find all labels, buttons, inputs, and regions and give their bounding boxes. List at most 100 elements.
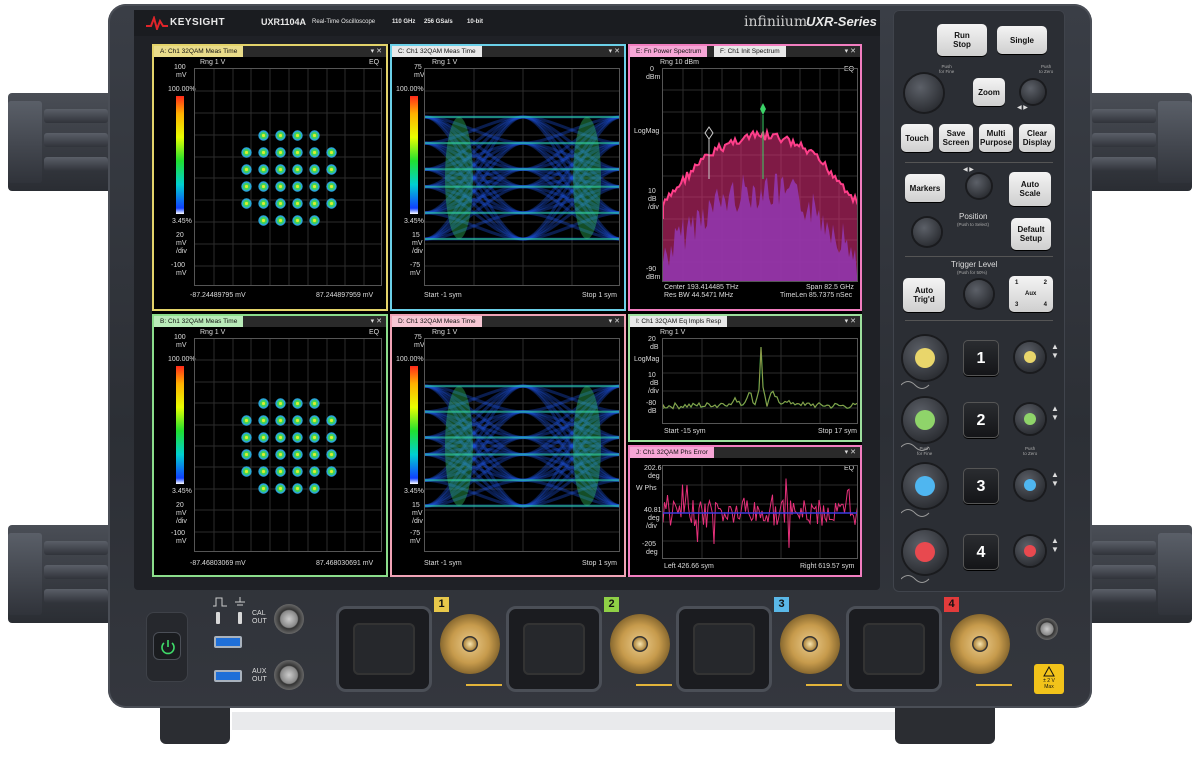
trigger-hint: (Push for 50%)	[957, 270, 988, 275]
tab-e[interactable]: E: Fn Power Spectrum	[630, 46, 708, 57]
vertical-scale-knob[interactable]	[903, 336, 947, 380]
panel-j[interactable]: J: Ch1 32QAM Phs Error ▾ ✕ EQ 202.6 deg …	[628, 445, 862, 577]
channel-badge: 1	[434, 597, 449, 612]
vertical-scale-knob[interactable]	[903, 530, 947, 574]
right-bottom-handle	[1088, 525, 1192, 623]
push-zero-hint: Push to Zero	[1039, 64, 1054, 74]
panel-d[interactable]: D: Ch1 32QAM Meas Time ▾ ✕ Rng 1 V 75 mV…	[390, 314, 626, 577]
window-controls[interactable]: ▾ ✕	[845, 316, 856, 327]
panel-i[interactable]: I: Ch1 32QAM Eq Impls Resp ▾ ✕ Rng 1 V 2…	[628, 314, 862, 442]
impulse-response-plot[interactable]	[662, 338, 858, 424]
panel-a[interactable]: A: Ch1 32QAM Meas Time ▾ ✕ Rng 1 V EQ 10…	[152, 44, 388, 311]
x-left-label: -87.24489795 mV	[190, 292, 246, 299]
clear-display-button[interactable]: Clear Display	[1019, 124, 1055, 152]
tab-i[interactable]: I: Ch1 32QAM Eq Impls Resp	[630, 316, 728, 327]
color-scale-top: 100.00%	[168, 86, 196, 93]
eye-diagram-plot[interactable]	[424, 338, 620, 552]
probe-interface-port[interactable]	[846, 606, 942, 692]
range-label: Rng 10 dBm	[660, 59, 699, 66]
left-top-handle	[8, 93, 112, 191]
panel-e[interactable]: E: Fn Power Spectrum F: Ch1 Init Spectru…	[628, 44, 862, 311]
tab-b[interactable]: B: Ch1 32QAM Meas Time	[154, 316, 244, 327]
window-controls[interactable]: ▾ ✕	[371, 316, 382, 327]
auto-scale-button[interactable]: Auto Scale	[1009, 172, 1051, 206]
channel-badge: 4	[944, 597, 959, 612]
range-label: Rng 1 V	[432, 59, 458, 66]
channel-3-row: 3 ▲ ▼	[893, 460, 1065, 517]
vertical-offset-knob[interactable]	[1015, 470, 1045, 500]
channel-button[interactable]: 4	[963, 534, 999, 570]
marker-knob[interactable]	[967, 174, 991, 198]
auto-trigd-button[interactable]: Auto Trig'd	[903, 278, 945, 312]
bandwidth-label: 110 GHz	[392, 19, 416, 25]
power-button[interactable]	[153, 632, 181, 660]
cal-pin[interactable]	[216, 612, 220, 624]
window-controls[interactable]: ▾ ✕	[845, 46, 856, 57]
title-bar: KEYSIGHT UXR1104A Real-Time Oscilloscope…	[134, 10, 880, 36]
panel-b[interactable]: B: Ch1 32QAM Meas Time ▾ ✕ Rng 1 V EQ 10…	[152, 314, 388, 577]
vertical-scale-knob[interactable]	[903, 398, 947, 442]
aux-out-connector[interactable]	[274, 660, 304, 690]
power-spectrum-plot[interactable]	[662, 68, 858, 282]
ext-connector[interactable]	[1036, 618, 1058, 640]
push-fine-hint: Push for Fine	[939, 64, 955, 74]
tab-f[interactable]: F: Ch1 Init Spectrum	[714, 46, 786, 57]
oscilloscope-product-photo: KEYSIGHT UXR1104A Real-Time Oscilloscope…	[0, 0, 1200, 758]
trigger-source-button[interactable]: 12 Aux 34	[1009, 276, 1053, 312]
usb-port-1[interactable]	[214, 636, 242, 648]
probe-interface-port[interactable]	[506, 606, 602, 692]
probe-interface-port[interactable]	[676, 606, 772, 692]
horizontal-position-knob[interactable]	[1021, 80, 1045, 104]
tab-d[interactable]: D: Ch1 32QAM Meas Time	[392, 316, 482, 327]
save-screen-button[interactable]: Save Screen	[939, 124, 973, 152]
ground-icon	[235, 597, 245, 606]
channel-1-row: 1 ▲ ▼	[893, 332, 1065, 389]
window-controls[interactable]: ▾ ✕	[845, 447, 856, 458]
constellation-plot[interactable]	[194, 338, 382, 552]
bnc-input-connector[interactable]	[610, 614, 670, 674]
channel-button[interactable]: 1	[963, 340, 999, 376]
trigger-level-knob[interactable]	[965, 280, 993, 308]
default-setup-button[interactable]: Default Setup	[1011, 218, 1051, 250]
phase-error-plot[interactable]	[662, 465, 858, 559]
bnc-input-connector[interactable]	[440, 614, 500, 674]
ground-pin[interactable]	[238, 612, 242, 624]
panel-c[interactable]: C: Ch1 32QAM Meas Time ▾ ✕ Rng 1 V 75 mV…	[390, 44, 626, 311]
cal-out-label: CAL OUT	[252, 610, 267, 625]
vertical-offset-knob[interactable]	[1015, 536, 1045, 566]
bnc-input-connector[interactable]	[950, 614, 1010, 674]
display-screen[interactable]: A: Ch1 32QAM Meas Time ▾ ✕ Rng 1 V EQ 10…	[152, 44, 862, 577]
window-controls[interactable]: ▾ ✕	[609, 316, 620, 327]
horizontal-scale-knob[interactable]	[905, 74, 943, 112]
markers-button[interactable]: Markers	[905, 174, 945, 202]
bnc-input-connector[interactable]	[780, 614, 840, 674]
touch-button[interactable]: Touch	[901, 124, 933, 152]
description-label: Real-Time Oscilloscope	[312, 19, 376, 25]
channel-button[interactable]: 2	[963, 402, 999, 438]
zoom-button[interactable]: Zoom	[973, 78, 1005, 106]
window-controls[interactable]: ▾ ✕	[609, 46, 620, 57]
aux-out-label: AUX OUT	[252, 668, 267, 683]
multi-purpose-button[interactable]: Multi Purpose	[979, 124, 1013, 152]
position-knob[interactable]	[913, 218, 941, 246]
single-button[interactable]: Single	[997, 26, 1047, 54]
tab-j[interactable]: J: Ch1 32QAM Phs Error	[630, 447, 714, 458]
series-label: UXR-Series	[806, 14, 877, 29]
channel-button[interactable]: 3	[963, 468, 999, 504]
run-stop-button[interactable]: Run Stop	[937, 24, 987, 56]
constellation-plot[interactable]	[194, 68, 382, 286]
vertical-scale-knob[interactable]	[903, 464, 947, 508]
eye-diagram-plot[interactable]	[424, 68, 620, 286]
front-control-panel: Run Stop Single Push for Fine Push to Zero …	[893, 10, 1065, 592]
window-controls[interactable]: ▾ ✕	[371, 46, 382, 57]
usb-port-2[interactable]	[214, 670, 242, 682]
tab-c[interactable]: C: Ch1 32QAM Meas Time	[392, 46, 482, 57]
power-spectrum-trace	[663, 131, 857, 281]
cal-out-connector[interactable]	[274, 604, 304, 634]
probe-interface-port[interactable]	[336, 606, 432, 692]
vertical-offset-knob[interactable]	[1015, 342, 1045, 372]
vertical-offset-knob[interactable]	[1015, 404, 1045, 434]
tab-a[interactable]: A: Ch1 32QAM Meas Time	[154, 46, 244, 57]
up-down-arrows-icon: ▲ ▼	[1051, 404, 1059, 422]
position-hint: (Push to Select)	[957, 222, 990, 227]
